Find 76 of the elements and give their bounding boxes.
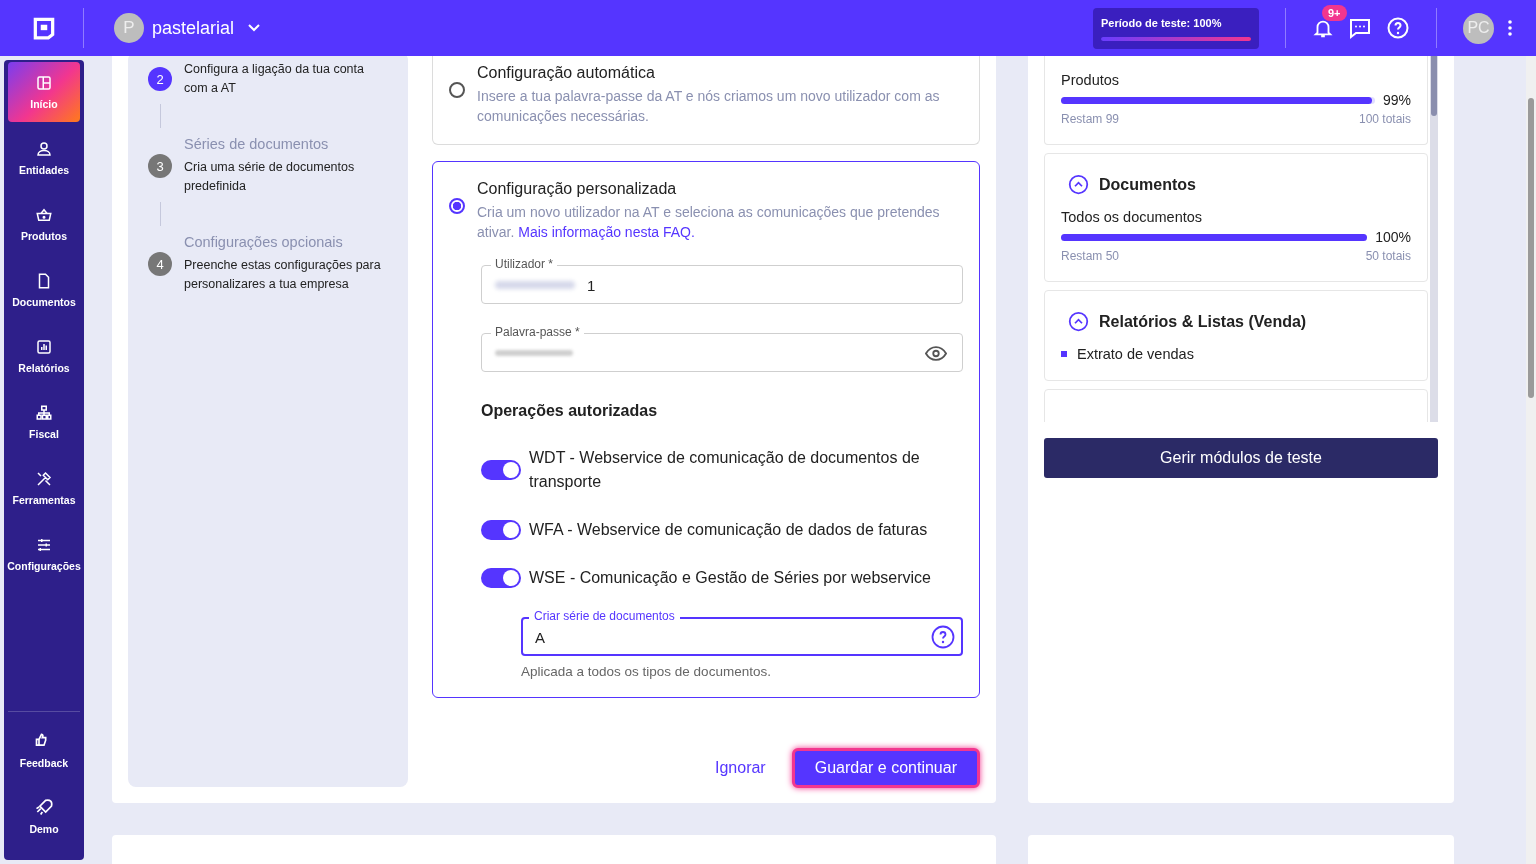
step-number: 2 — [148, 67, 172, 91]
toggle-label: WSE - Comunicação e Gestão de Séries por webservice — [529, 568, 931, 588]
usage-percent: 100% — [1375, 229, 1411, 245]
total-count: 100 totais — [1358, 112, 1411, 126]
radio-button[interactable] — [449, 82, 465, 98]
sliders-icon — [35, 536, 53, 554]
field-label: Palavra-passe * — [491, 324, 584, 340]
usage-label: Todos os documentos — [1061, 209, 1204, 225]
helper-text: Aplicada a todos os tipos de documentos. — [521, 664, 772, 679]
trial-label: Período de teste: 100% — [1101, 16, 1223, 29]
toggle-label: WFA - Webservice de comunicação de dados de faturas — [529, 520, 928, 540]
step-description: Configura a ligação da tua conta com a AT — [184, 61, 365, 97]
series-field[interactable]: Criar série de documentos A — [521, 608, 963, 656]
section-title: Operações autorizadas — [481, 402, 659, 420]
password-field[interactable]: Palavra-passe * — [481, 324, 963, 372]
toggle-switch[interactable] — [481, 460, 521, 480]
user-field[interactable]: Utilizador * 1 — [481, 256, 963, 304]
field-value: 1 — [587, 276, 596, 294]
basket-icon — [35, 206, 53, 224]
company-name[interactable]: pastelarial — [152, 17, 235, 39]
toggle-switch[interactable] — [481, 520, 521, 540]
option-title: Configuração automática — [477, 64, 656, 82]
scrollbar-thumb[interactable] — [1431, 56, 1437, 116]
step-number: 4 — [148, 252, 172, 276]
collapse-icon[interactable] — [1068, 311, 1089, 332]
sidebar-item[interactable]: Feedback — [8, 720, 80, 780]
module-title: Documentos — [1099, 175, 1196, 194]
usage-percent: 99% — [1382, 92, 1411, 108]
chevron-down-icon[interactable] — [248, 24, 261, 32]
rocket-icon — [34, 797, 54, 817]
sidebar-item[interactable]: Fiscal — [8, 392, 80, 452]
sidebar-item[interactable]: Relatórios — [8, 326, 80, 386]
manage-modules-button[interactable]: Gerir módulos de teste — [1044, 438, 1438, 478]
collapse-icon[interactable] — [1068, 174, 1089, 195]
help-icon[interactable] — [931, 625, 955, 649]
usage-label: Produtos — [1061, 72, 1121, 88]
sidebar-item[interactable]: Produtos — [8, 194, 80, 254]
option-title: Configuração personalizada — [477, 180, 678, 198]
step-number: 3 — [148, 154, 172, 178]
sidebar-item[interactable]: Documentos — [8, 260, 80, 320]
module-title: Relatórios & Listas (Venda) — [1099, 312, 1307, 331]
tools-icon — [35, 470, 53, 488]
person-icon — [35, 140, 53, 158]
toggle-label: WDT - Webservice de comunicação de documentos de transporte — [529, 448, 921, 492]
radio-button[interactable] — [449, 198, 465, 214]
sidebar-item[interactable]: Configurações — [8, 524, 80, 584]
option-description: Insere a tua palavra-passe da AT e nós criamos um novo utilizador com as comunicações necessárias. — [477, 87, 941, 126]
total-count: 50 totais — [1365, 249, 1411, 263]
sidebar-item[interactable]: Ferramentas — [8, 458, 80, 518]
sidebar-item[interactable]: Início — [8, 62, 80, 122]
step-description: Cria uma série de documentos predefinida — [184, 159, 356, 195]
step-description: Preenche estas configurações para personalizares a tua empresa — [184, 257, 382, 293]
notification-badge: 9+ — [1322, 5, 1347, 21]
list-item: Extrato de vendas — [1077, 346, 1194, 362]
toggle-switch[interactable] — [481, 568, 521, 588]
sidebar-item[interactable]: Demo — [8, 786, 80, 846]
scrollbar-thumb[interactable] — [1528, 98, 1534, 398]
remaining-count: Restam 50 — [1061, 249, 1120, 263]
option-card[interactable]: Configuração automática Insere a tua palavra-passe da AT e nós criamos um novo utilizador com as comunicações necessárias. — [432, 56, 980, 145]
field-value: A — [535, 628, 545, 646]
chat-icon[interactable] — [1348, 16, 1372, 40]
option-description: Cria um novo utilizador na AT e seleciona as comunicações que pretendes ativar. Mais informação nesta FAQ. — [477, 203, 941, 242]
remaining-count: Restam 99 — [1061, 112, 1120, 126]
hierarchy-icon — [35, 404, 53, 422]
ignore-link[interactable]: Ignorar — [715, 759, 766, 777]
more-icon[interactable] — [1508, 20, 1512, 36]
dashboard-icon — [35, 74, 53, 92]
option-card[interactable] — [432, 161, 980, 698]
sidebar-item[interactable]: Entidades — [8, 128, 80, 188]
trial-panel[interactable]: Período de teste: 100% — [1093, 7, 1259, 49]
bullet-icon — [1061, 351, 1067, 357]
faq-link[interactable]: Mais informação nesta FAQ. — [518, 224, 695, 240]
logo-icon[interactable] — [31, 15, 57, 41]
chart-icon — [35, 338, 53, 356]
eye-icon[interactable] — [925, 345, 947, 361]
save-continue-button[interactable]: Guardar e continuar — [791, 748, 980, 788]
